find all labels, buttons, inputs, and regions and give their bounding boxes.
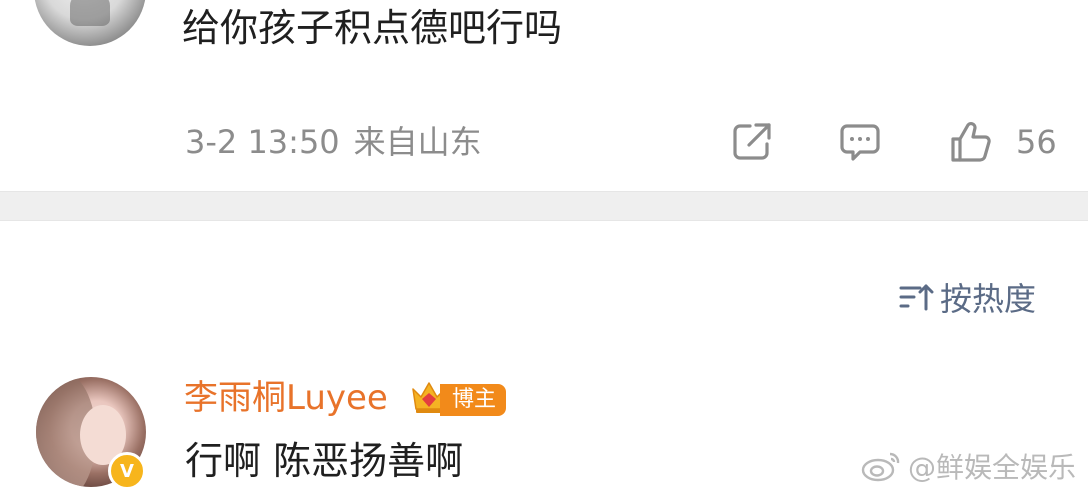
watermark: @鲜娱全娱乐	[860, 446, 1076, 486]
post-location: 来自山东	[353, 123, 482, 161]
like-count: 56	[1016, 123, 1057, 161]
author-tag-badge: 博主	[440, 384, 507, 416]
top-post-text: 给你孩子积点德吧行吗	[182, 6, 563, 50]
share-button[interactable]	[730, 118, 774, 166]
top-post-avatar[interactable]	[34, 0, 146, 46]
comment-button[interactable]	[838, 118, 882, 166]
commenter-name[interactable]: 李雨桐Luyee	[184, 375, 388, 421]
section-divider	[0, 191, 1088, 221]
comment-icon	[840, 124, 880, 161]
share-icon	[733, 123, 771, 160]
like-button[interactable]: 56	[948, 118, 1057, 166]
weibo-comments-page: 给你孩子积点德吧行吗 3-2 13:50 来自山东 56 按热度 V 李雨桐Lu…	[0, 0, 1088, 491]
watermark-text: @鲜娱全娱乐	[908, 451, 1077, 484]
sort-by-hot-button[interactable]: 按热度	[898, 274, 1036, 320]
sort-label: 按热度	[940, 280, 1037, 318]
verified-badge-icon: V	[108, 452, 146, 490]
thumbs-up-icon	[951, 122, 991, 162]
top-post-meta: 3-2 13:50 来自山东	[185, 120, 482, 164]
post-date: 3-2 13:50	[185, 123, 340, 161]
weibo-logo-icon	[861, 452, 900, 482]
comment-text: 行啊 陈恶扬善啊	[185, 439, 464, 483]
sort-icon	[899, 284, 934, 311]
